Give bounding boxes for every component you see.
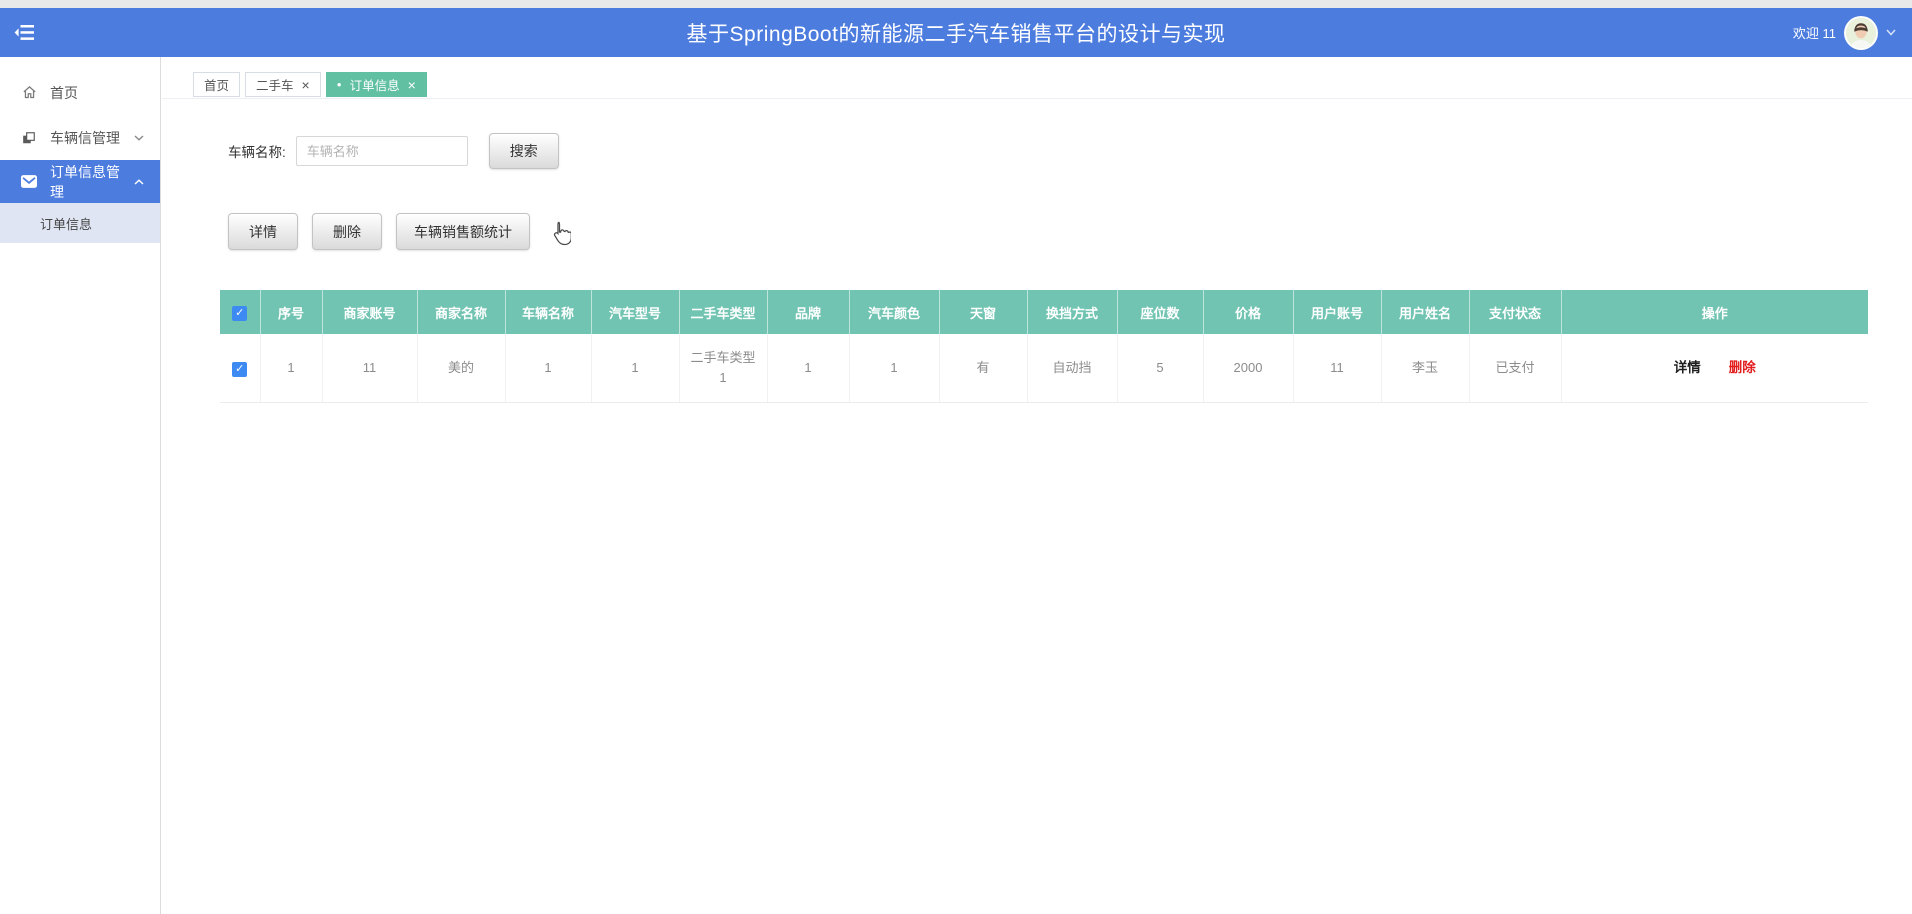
- tab-home[interactable]: 首页: [193, 72, 241, 97]
- main-content: 首页 二手车 × ● 订单信息 × 车辆名称: 搜索 详情 删除 车辆销售额统计: [162, 57, 1912, 914]
- orders-table-wrap: ✓ 序号 商家账号 商家名称 车辆名称 汽车型号 二手车类型 品牌 汽车颜色 天…: [220, 290, 1868, 403]
- cell-seat-count: 5: [1117, 334, 1204, 403]
- user-chevron-down-icon[interactable]: [1886, 29, 1896, 36]
- page-title: 基于SpringBoot的新能源二手汽车销售平台的设计与实现: [686, 22, 1226, 46]
- orders-table: ✓ 序号 商家账号 商家名称 车辆名称 汽车型号 二手车类型 品牌 汽车颜色 天…: [220, 290, 1868, 403]
- search-button[interactable]: 搜索: [488, 133, 559, 169]
- cell-car-model: 1: [591, 334, 680, 403]
- cell-gear-type: 自动挡: [1027, 334, 1118, 403]
- search-label: 车辆名称:: [228, 145, 286, 160]
- welcome-text: 欢迎 11: [1792, 26, 1836, 41]
- column-header: 商家账号: [322, 290, 418, 334]
- cell-pay-status: 已支付: [1469, 334, 1562, 403]
- mail-icon: [21, 175, 37, 188]
- cell-brand: 1: [767, 334, 850, 403]
- tab-used-car[interactable]: 二手车 ×: [245, 72, 321, 97]
- column-header: 汽车型号: [591, 290, 680, 334]
- cell-actions: 详情 删除: [1561, 334, 1868, 403]
- select-all-cell: ✓: [220, 290, 261, 334]
- cell-vehicle-name: 1: [505, 334, 592, 403]
- sidebar-item-order-management[interactable]: 订单信息管理: [0, 160, 160, 203]
- column-header: 座位数: [1117, 290, 1204, 334]
- cell-merchant-name: 美的: [417, 334, 506, 403]
- table-header-row: ✓ 序号 商家账号 商家名称 车辆名称 汽车型号 二手车类型 品牌 汽车颜色 天…: [220, 290, 1868, 334]
- sidebar-subitem-label: 订单信息: [40, 216, 93, 232]
- home-icon: [21, 85, 37, 100]
- hamburger-icon: [14, 25, 34, 40]
- chevron-down-icon: [134, 134, 144, 141]
- close-icon[interactable]: ×: [408, 78, 416, 92]
- tab-label: 订单信息: [349, 79, 400, 93]
- sidebar-subitem-order-info[interactable]: 订单信息: [0, 203, 160, 243]
- column-header: 换挡方式: [1027, 290, 1118, 334]
- cell-merchant-account: 11: [322, 334, 418, 403]
- active-dot-icon: ●: [336, 79, 342, 89]
- sidebar-item-label: 订单信息管理: [50, 163, 120, 200]
- tab-order-info[interactable]: ● 订单信息 ×: [325, 72, 427, 97]
- sales-stats-button[interactable]: 车辆销售额统计: [396, 213, 530, 250]
- table-row: ✓ 1 11 美的 1 1 二手车类型1 1 1 有 自动挡 5 2000 11…: [220, 334, 1868, 403]
- column-header: 汽车颜色: [849, 290, 940, 334]
- copy-icon: [21, 131, 37, 145]
- column-header: 支付状态: [1469, 290, 1562, 334]
- search-row: 车辆名称: 搜索: [228, 133, 1912, 169]
- cell-user-account: 11: [1293, 334, 1382, 403]
- sidebar: 首页 车辆信管理 订单信息管理 订单信息: [0, 57, 161, 914]
- column-header: 车辆名称: [505, 290, 592, 334]
- row-detail-link[interactable]: 详情: [1674, 360, 1701, 375]
- column-header: 品牌: [767, 290, 850, 334]
- column-header: 商家名称: [417, 290, 506, 334]
- sidebar-toggle-icon[interactable]: [14, 24, 35, 41]
- row-checkbox[interactable]: ✓: [232, 362, 248, 377]
- column-header: 用户姓名: [1381, 290, 1470, 334]
- select-all-checkbox[interactable]: ✓: [232, 305, 248, 321]
- delete-button[interactable]: 删除: [312, 213, 382, 250]
- close-icon[interactable]: ×: [302, 78, 310, 92]
- app-header: 基于SpringBoot的新能源二手汽车销售平台的设计与实现 欢迎 11: [0, 8, 1912, 57]
- avatar-image: [1846, 17, 1876, 48]
- vehicle-name-input[interactable]: [295, 136, 468, 166]
- sidebar-item-vehicle-management[interactable]: 车辆信管理: [0, 115, 160, 160]
- cell-sunroof: 有: [939, 334, 1028, 403]
- tab-bar: 首页 二手车 × ● 订单信息 ×: [162, 57, 1912, 99]
- detail-button[interactable]: 详情: [228, 213, 298, 250]
- tab-label: 首页: [204, 79, 230, 93]
- toolbar: 详情 删除 车辆销售额统计: [228, 213, 1912, 250]
- cell-car-color: 1: [849, 334, 940, 403]
- row-delete-link[interactable]: 删除: [1729, 360, 1756, 375]
- avatar[interactable]: [1844, 15, 1878, 50]
- sidebar-item-home[interactable]: 首页: [0, 70, 160, 115]
- cell-index: 1: [260, 334, 323, 403]
- sidebar-item-label: 车辆信管理: [50, 129, 120, 146]
- chevron-up-icon: [134, 178, 144, 185]
- row-select-cell: ✓: [220, 334, 261, 403]
- cell-used-car-type: 二手车类型1: [679, 334, 768, 403]
- column-header: 操作: [1561, 290, 1868, 334]
- sidebar-item-label: 首页: [50, 84, 78, 101]
- user-area: 欢迎 11: [1792, 15, 1896, 50]
- window-top-strip: [0, 0, 1912, 8]
- cell-user-name: 李玉: [1381, 334, 1470, 403]
- tab-label: 二手车: [256, 79, 294, 93]
- cell-price: 2000: [1203, 334, 1294, 403]
- column-header: 用户账号: [1293, 290, 1382, 334]
- column-header: 天窗: [939, 290, 1028, 334]
- column-header: 价格: [1203, 290, 1294, 334]
- column-header: 二手车类型: [679, 290, 768, 334]
- column-header: 序号: [260, 290, 323, 334]
